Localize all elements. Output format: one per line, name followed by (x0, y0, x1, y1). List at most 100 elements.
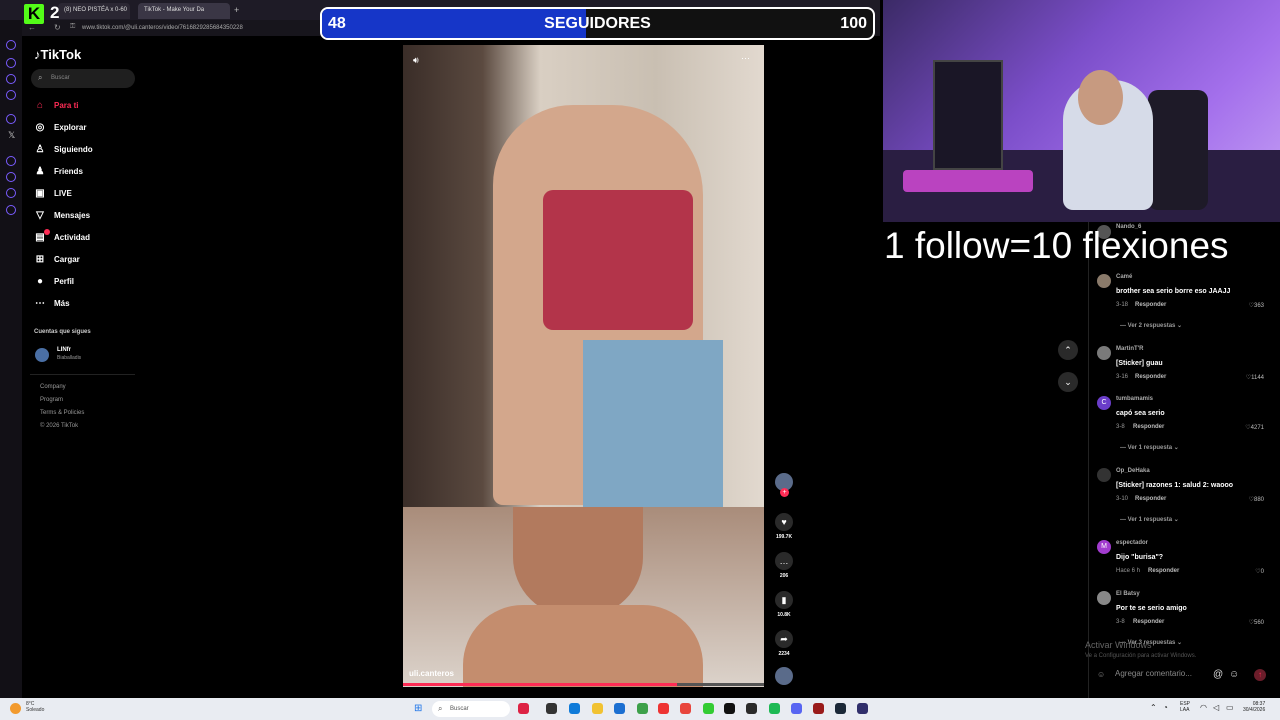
task-view-icon[interactable] (546, 703, 557, 714)
emoji-icon[interactable]: ☺ (1229, 669, 1239, 680)
video-player[interactable]: 🔊︎ ⋯ uli.canteros (403, 45, 764, 687)
comment-like-count[interactable]: ♡363 (1234, 302, 1264, 309)
sidebar-app-icon[interactable] (6, 172, 16, 182)
sidebar-app-icon[interactable] (6, 40, 16, 50)
discord-icon[interactable] (791, 703, 802, 714)
view-replies-button[interactable]: — Ver 1 respuesta ⌄ (1120, 516, 1179, 523)
like-button[interactable]: ♥ 199.7K (775, 513, 793, 540)
share-button[interactable]: ➦ 2234 (775, 630, 793, 657)
spotify-icon[interactable] (769, 703, 780, 714)
comment-avatar[interactable] (1097, 591, 1111, 605)
x-icon[interactable]: 𝕏 (8, 130, 15, 141)
footer-link-program[interactable]: Program (40, 397, 63, 403)
sidebar-item-mas[interactable]: ⋯ Más (34, 296, 70, 310)
sidebar-app-icon[interactable] (6, 205, 16, 215)
reply-button[interactable]: Responder (1135, 302, 1166, 308)
comment-like-count[interactable]: ♡0 (1234, 568, 1264, 575)
footer-link-company[interactable]: Company (40, 384, 66, 390)
sidebar-app-icon[interactable] (6, 114, 16, 124)
followed-account-name[interactable]: LINfr (57, 347, 71, 353)
avatar[interactable] (35, 348, 49, 362)
sidebar-item-para-ti[interactable]: ⌂ Para ti (34, 98, 79, 112)
sidebar-app-icon[interactable] (6, 58, 16, 68)
language-indicator[interactable]: ESP LAA (1180, 701, 1190, 713)
sidebar-app-icon[interactable] (6, 90, 16, 100)
comment-user[interactable]: Camé (1116, 274, 1132, 280)
comment-user[interactable]: espectador (1116, 540, 1148, 546)
taskbar-search[interactable]: ⌕ Buscar (432, 701, 510, 717)
comment-user[interactable]: MartinT'R (1116, 346, 1143, 352)
capcut-icon[interactable] (724, 703, 735, 714)
reload-icon[interactable]: ↻ (54, 23, 61, 32)
sidebar-app-icon[interactable] (6, 74, 16, 84)
sound-avatar-button[interactable] (775, 667, 793, 685)
taskbar-clock[interactable]: 08:37 30/4/2026 (1243, 701, 1265, 713)
app-icon[interactable] (703, 703, 714, 714)
sidebar-item-friends[interactable]: ♟ Friends (34, 164, 83, 178)
tiktok-logo[interactable]: ♪TikTok (34, 47, 81, 62)
view-replies-button[interactable]: — Ver 1 respuesta ⌄ (1120, 444, 1179, 451)
store-icon[interactable] (614, 703, 625, 714)
steam-icon[interactable] (835, 703, 846, 714)
battery-icon[interactable]: ▭ (1226, 703, 1234, 712)
comment-avatar[interactable]: C (1097, 396, 1111, 410)
sidebar-app-icon[interactable] (6, 156, 16, 166)
video-username[interactable]: uli.canteros (409, 669, 454, 678)
view-replies-button[interactable]: — Ver 2 respuestas ⌄ (1120, 322, 1182, 329)
send-icon[interactable]: ↑ (1254, 669, 1266, 681)
new-tab-button[interactable]: + (234, 5, 239, 15)
comment-button[interactable]: … 206 (775, 552, 793, 579)
creator-avatar-button[interactable]: + (775, 473, 793, 497)
comment-like-count[interactable]: ♡560 (1234, 619, 1264, 626)
comment-user[interactable]: tumbamamis (1116, 396, 1153, 402)
sidebar-item-siguiendo[interactable]: ♙ Siguiendo (34, 142, 93, 156)
comment-like-count[interactable]: ♡880 (1234, 496, 1264, 503)
next-video-button[interactable]: ⌄ (1058, 372, 1078, 392)
volume-icon[interactable]: ◁ (1213, 703, 1219, 712)
reply-button[interactable]: Responder (1133, 619, 1164, 625)
wifi-icon[interactable]: ◠ (1200, 703, 1207, 712)
comment-user[interactable]: Op_DeHaka (1116, 468, 1150, 474)
reply-button[interactable]: Responder (1135, 374, 1166, 380)
comment-avatar[interactable]: M (1097, 540, 1111, 554)
site-info-icon[interactable]: ⚿ (70, 23, 75, 31)
comment-avatar[interactable] (1097, 274, 1111, 288)
reply-button[interactable]: Responder (1135, 496, 1166, 502)
comment-like-count[interactable]: ♡4271 (1234, 424, 1264, 431)
sidebar-item-explorar[interactable]: ◎ Explorar (34, 120, 87, 134)
opera-icon[interactable] (658, 703, 669, 714)
weather-widget[interactable]: 8°C Soleado (26, 701, 44, 713)
file-explorer-icon[interactable] (592, 703, 603, 714)
save-button[interactable]: ▮ 10.8K (775, 591, 793, 618)
chrome-icon[interactable] (680, 703, 691, 714)
tab-neo-pistea[interactable]: (8) NEO PISTÉA x 0-60 (58, 3, 130, 19)
edge-icon[interactable] (569, 703, 580, 714)
previous-video-button[interactable]: ⌃ (1058, 340, 1078, 360)
follow-plus-icon[interactable]: + (780, 488, 789, 497)
volume-icon[interactable]: 🔊︎ (413, 55, 419, 66)
network-icon[interactable]: ◔ (1163, 703, 1168, 712)
weather-icon[interactable] (10, 703, 21, 714)
app-icon[interactable] (637, 703, 648, 714)
sidebar-item-live[interactable]: ▣ LIVE (34, 186, 72, 200)
app-icon[interactable] (746, 703, 757, 714)
comment-avatar[interactable] (1097, 468, 1111, 482)
sidebar-item-actividad[interactable]: ▤ Actividad (34, 230, 90, 244)
footer-link-terms[interactable]: Terms & Policies (40, 410, 84, 416)
search-input[interactable]: ⌕ Buscar (31, 69, 135, 88)
tab-tiktok[interactable]: TikTok - Make Your Da (138, 3, 230, 19)
sidebar-item-mensajes[interactable]: ▽ Mensajes (34, 208, 90, 222)
reply-button[interactable]: Responder (1133, 424, 1164, 430)
sidebar-app-icon[interactable] (6, 188, 16, 198)
sidebar-item-cargar[interactable]: ⊞ Cargar (34, 252, 80, 266)
back-icon[interactable]: ← (28, 23, 36, 32)
obs-icon[interactable] (857, 703, 868, 714)
app-icon[interactable] (813, 703, 824, 714)
comment-user[interactable]: El Batsy (1116, 591, 1140, 597)
mention-icon[interactable]: @ (1213, 669, 1223, 680)
comment-avatar[interactable] (1097, 346, 1111, 360)
more-options-icon[interactable]: ⋯ (741, 53, 750, 64)
app-icon[interactable] (518, 703, 529, 714)
tray-chevron-icon[interactable]: ⌃ (1150, 703, 1157, 712)
video-progress-bar[interactable] (403, 683, 764, 686)
